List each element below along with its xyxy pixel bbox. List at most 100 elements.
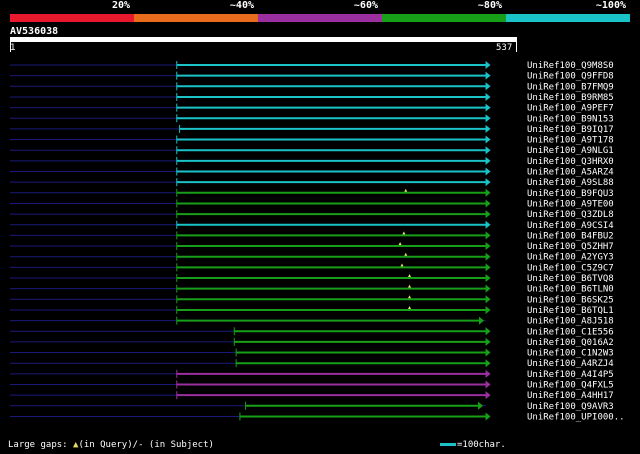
hit-row: UniRef100_UPI000.. [10,412,625,422]
hit-row: UniRef100_Q5ZHH7 [10,242,614,252]
hit-end-arrow-icon [485,412,491,421]
hit-row: UniRef100_Q016A2 [10,337,614,348]
hit-row: UniRef100_Q9FFD8 [10,71,614,82]
hit-name-label[interactable]: UniRef100_A9SL88 [527,178,614,188]
gap-legend-label: Large gaps: [8,440,68,450]
hit-row: UniRef100_A4RZJ4 [10,359,614,369]
hit-name-label[interactable]: UniRef100_Q016A2 [527,338,614,348]
hit-name-label[interactable]: UniRef100_A5ARZ4 [527,168,614,178]
hit-name-label[interactable]: UniRef100_Q9FFD8 [527,72,614,82]
hit-name-label[interactable]: UniRef100_UPI000.. [527,412,625,422]
hit-name-label[interactable]: UniRef100_C5Z9C7 [527,263,614,273]
hit-name-label[interactable]: UniRef100_B4FBU2 [527,231,614,241]
hit-end-arrow-icon [485,210,491,219]
hit-end-arrow-icon [485,199,491,208]
query-gap-marker-icon [408,295,412,299]
hit-row: UniRef100_B6TLN0 [10,284,614,295]
hit-row: UniRef100_A8J518 [10,316,614,327]
hit-name-label[interactable]: UniRef100_A9T178 [527,136,614,146]
hit-name-label[interactable]: UniRef100_A4HH17 [527,391,614,401]
hit-row: UniRef100_B6TVQ8 [10,274,614,284]
hit-row: UniRef100_A9CSI4 [10,220,614,231]
gap-legend-query: (in Query)/ [78,440,139,450]
hit-end-arrow-icon [485,369,491,378]
query-gap-marker-icon [408,274,412,277]
gap-legend-subject: (in Subject) [143,440,214,450]
hit-name-label[interactable]: UniRef100_B6TVQ8 [527,274,614,284]
query-gap-marker-icon [400,263,404,267]
hit-name-label[interactable]: UniRef100_B6TQL1 [527,306,614,316]
hit-name-label[interactable]: UniRef100_Q9AVR3 [527,402,614,412]
hit-end-arrow-icon [485,284,491,293]
query-gap-marker-icon [408,305,412,309]
hit-name-label[interactable]: UniRef100_B9N153 [527,114,614,124]
hit-end-arrow-icon [485,103,491,112]
hit-row: UniRef100_B6SK25 [10,295,614,305]
hit-row: UniRef100_A2YGY3 [10,252,614,263]
hit-end-arrow-icon [485,114,491,123]
hit-name-label[interactable]: UniRef100_C1N2W3 [527,349,614,359]
query-gap-marker-icon [404,188,408,192]
hit-end-arrow-icon [485,337,491,346]
hit-name-label[interactable]: UniRef100_B6TLN0 [527,285,614,295]
hit-row: UniRef100_Q4FXL5 [10,380,614,391]
hit-row: UniRef100_Q9M8S0 [10,61,614,71]
hit-name-label[interactable]: UniRef100_A4I4P5 [527,370,614,380]
hit-row: UniRef100_B9IQ17 [10,125,614,135]
hit-end-arrow-icon [485,146,491,155]
hit-row: UniRef100_B9RM85 [10,92,614,103]
hit-end-arrow-icon [485,380,491,389]
hit-row: UniRef100_B7FMQ9 [10,82,614,92]
hit-row: UniRef100_A4HH17 [10,391,614,401]
hit-end-arrow-icon [485,295,491,304]
gap-legend: Large gaps: ▲(in Query)/- (in Subject) [8,440,214,450]
hit-end-arrow-icon [485,167,491,176]
hit-row: UniRef100_B9N153 [10,114,614,124]
hit-name-label[interactable]: UniRef100_Q5ZHH7 [527,242,614,252]
hit-row: UniRef100_Q3ZDL8 [10,210,614,220]
hit-name-label[interactable]: UniRef100_B6SK25 [527,295,614,305]
hit-name-label[interactable]: UniRef100_A9PEF7 [527,104,614,114]
hit-end-arrow-icon [485,348,491,357]
hit-end-arrow-icon [485,274,491,282]
hit-name-label[interactable]: UniRef100_B9FQU3 [527,189,614,199]
hit-row: UniRef100_Q3HRX0 [10,156,614,167]
hit-end-arrow-icon [485,156,491,165]
hit-name-label[interactable]: UniRef100_B9RM85 [527,93,614,103]
hit-row: UniRef100_C1E556 [10,327,614,337]
hit-end-arrow-icon [485,135,491,144]
hit-row: UniRef100_C5Z9C7 [10,263,614,273]
query-gap-marker-icon [402,231,406,235]
query-gap-marker-icon [398,242,402,246]
hit-name-label[interactable]: UniRef100_C1E556 [527,327,614,337]
hit-end-arrow-icon [485,220,491,229]
hit-name-label[interactable]: UniRef100_Q9M8S0 [527,61,614,71]
hit-end-arrow-icon [485,327,491,336]
hit-end-arrow-icon [485,61,491,69]
hit-end-arrow-icon [478,316,484,325]
scale-bar-icon [440,443,456,446]
hit-name-label[interactable]: UniRef100_A8J518 [527,317,614,327]
hit-row: UniRef100_A9NLG1 [10,146,614,156]
hit-end-arrow-icon [485,391,491,400]
hit-name-label[interactable]: UniRef100_A9TE00 [527,199,614,209]
hit-row: UniRef100_A9T178 [10,135,614,146]
hit-name-label[interactable]: UniRef100_A9CSI4 [527,221,614,231]
length-scale-text: =100char. [457,440,506,450]
hit-name-label[interactable]: UniRef100_A2YGY3 [527,253,614,263]
hit-end-arrow-icon [485,178,491,187]
hit-end-arrow-icon [478,401,484,410]
hit-name-label[interactable]: UniRef100_Q3HRX0 [527,157,614,167]
hit-name-label[interactable]: UniRef100_B9IQ17 [527,125,614,135]
hit-name-label[interactable]: UniRef100_B7FMQ9 [527,82,614,92]
hit-end-arrow-icon [485,188,491,197]
hit-name-label[interactable]: UniRef100_A4RZJ4 [527,359,614,369]
hit-end-arrow-icon [485,359,491,368]
hit-row: UniRef100_C1N2W3 [10,348,614,359]
hit-name-label[interactable]: UniRef100_A9NLG1 [527,146,614,156]
hit-end-arrow-icon [485,231,491,240]
hit-name-label[interactable]: UniRef100_Q3ZDL8 [527,210,614,220]
hit-end-arrow-icon [485,82,491,91]
hit-alignments: UniRef100_Q9M8S0UniRef100_Q9FFD8UniRef10… [10,61,625,422]
hit-name-label[interactable]: UniRef100_Q4FXL5 [527,381,614,391]
